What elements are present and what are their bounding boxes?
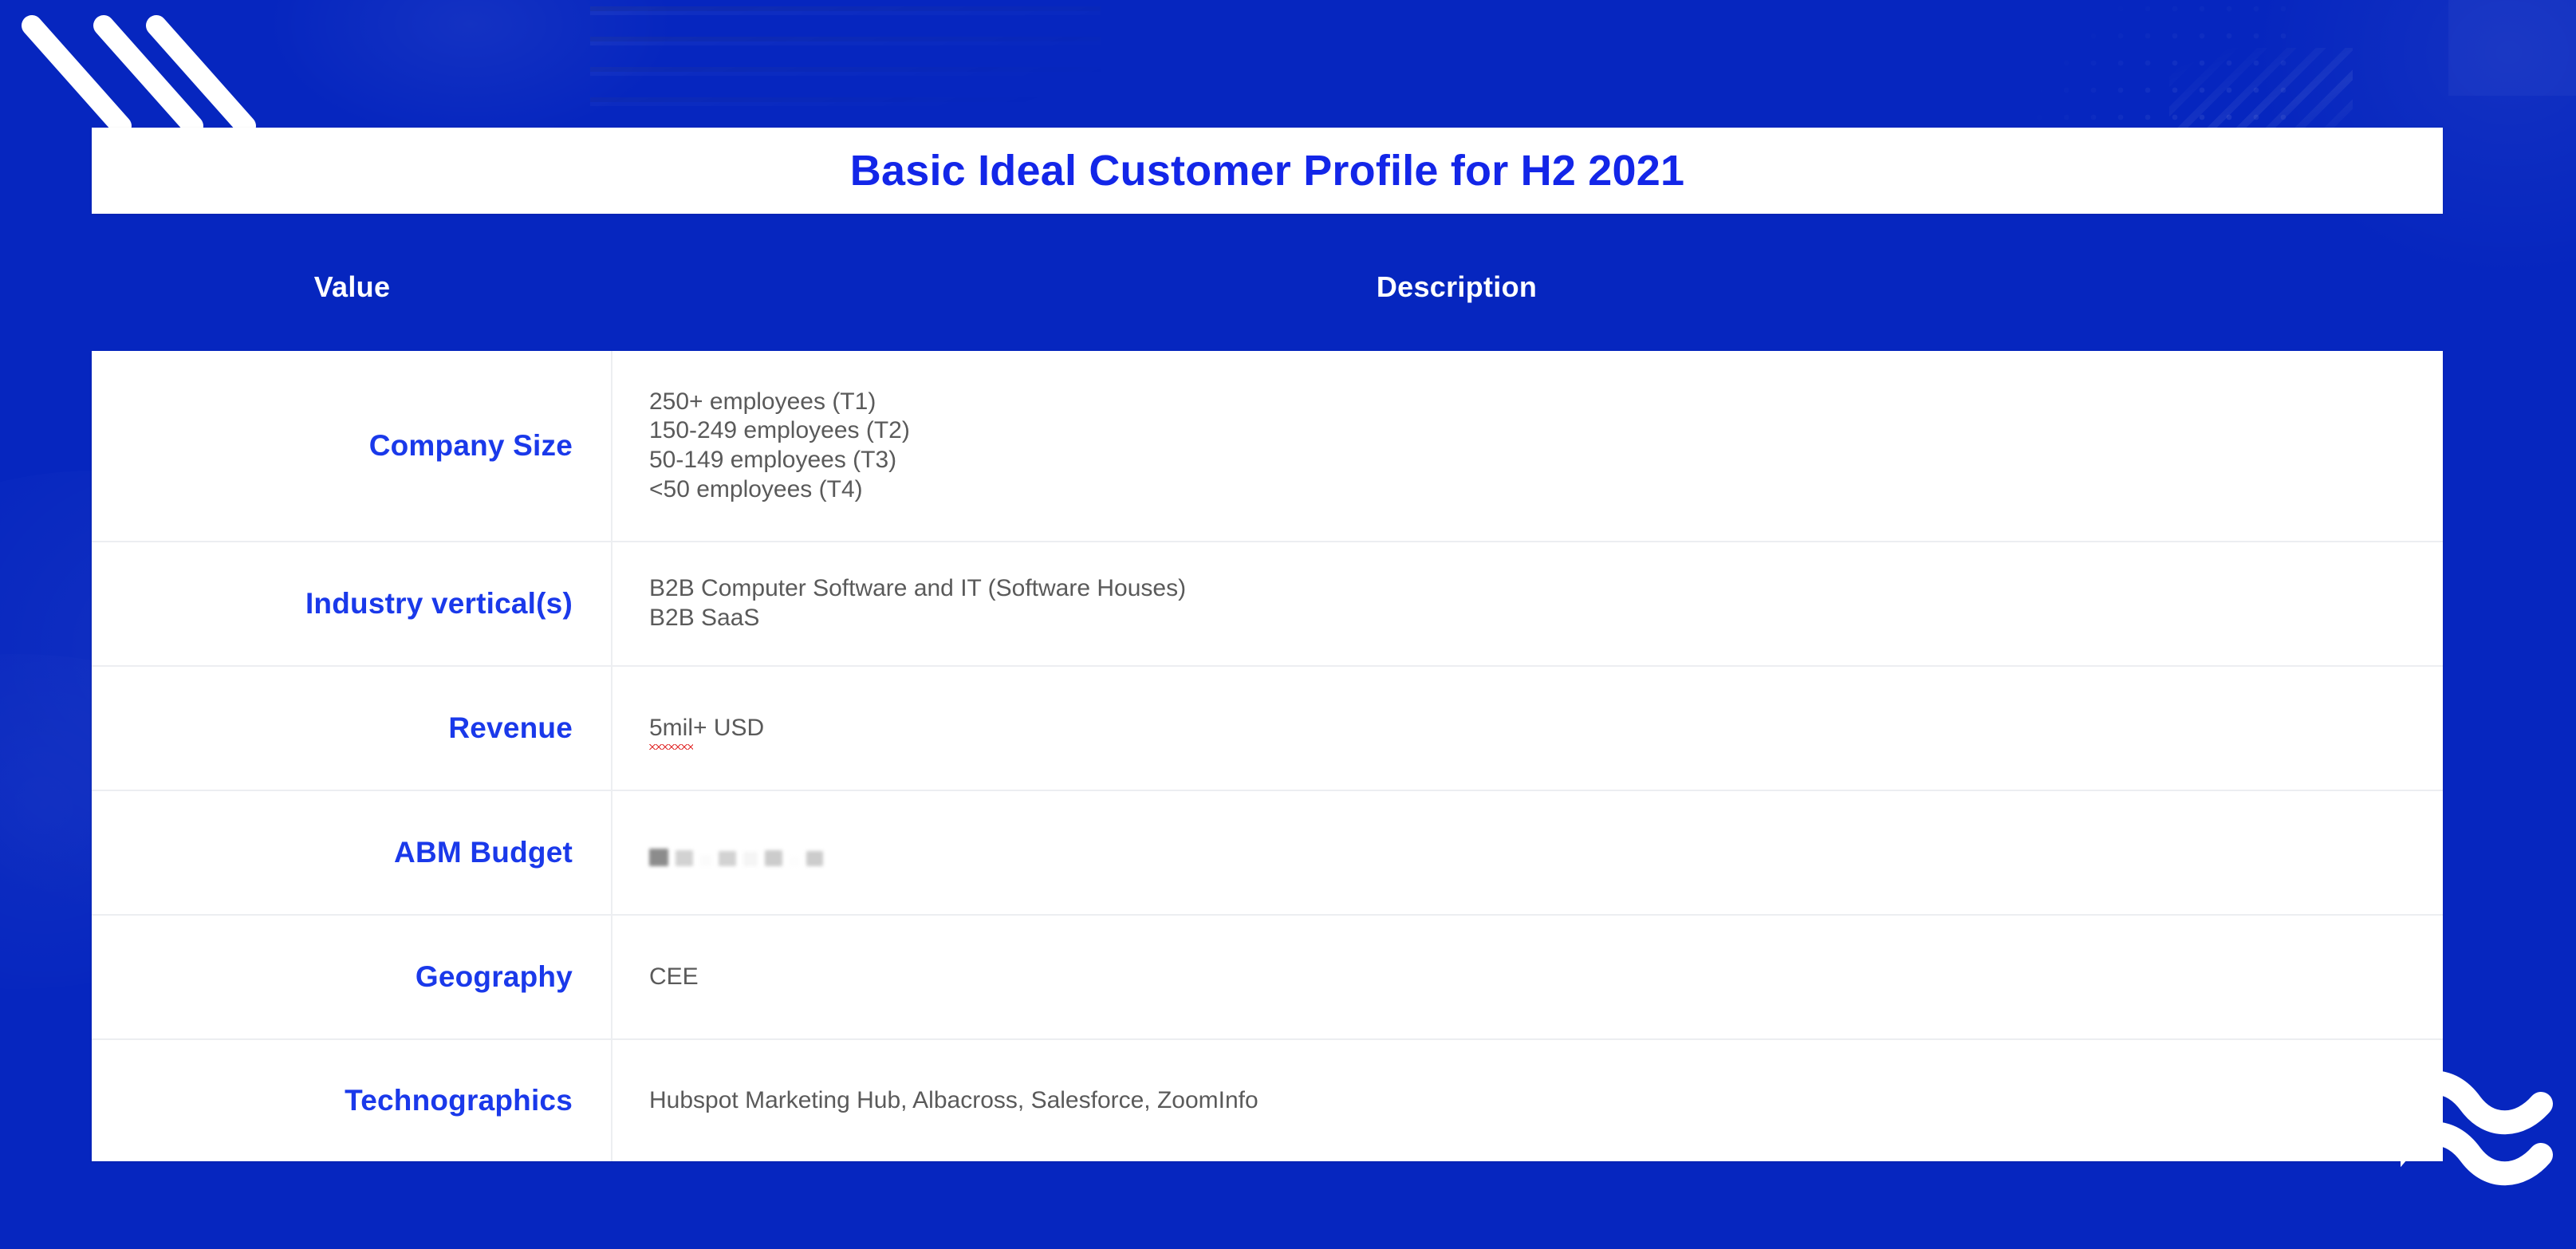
row-label-cell-industry-verticals: Industry vertical(s) [92, 542, 612, 665]
row-label-cell-company-size: Company Size [92, 351, 612, 541]
table-row: ABM Budget [92, 791, 2443, 916]
row-label-cell-abm-budget: ABM Budget [92, 791, 612, 914]
row-label-cell-geography: Geography [92, 916, 612, 1038]
spellcheck-underlined-token: 5mil [649, 714, 694, 750]
row-label-technographics: Technographics [345, 1084, 573, 1117]
row-description-cell-geography: CEE [612, 916, 2443, 1038]
row-description-technographics: Hubspot Marketing Hub, Albacross, Salesf… [649, 1086, 1258, 1113]
background-block-top-right [2448, 0, 2576, 96]
revenue-rest-token: + USD [693, 714, 765, 741]
table-row: Revenue 5mil+ USD [92, 667, 2443, 791]
row-description-cell-abm-budget [612, 791, 2443, 914]
row-label-abm-budget: ABM Budget [394, 836, 573, 869]
table-row: Geography CEE [92, 916, 2443, 1040]
column-header-description-label: Description [1376, 270, 1538, 303]
table-row: Company Size 250+ employees (T1) 150-249… [92, 351, 2443, 542]
row-description-industry-verticals: B2B Computer Software and IT (Software H… [649, 575, 1187, 631]
column-header-value-label: Value [313, 270, 391, 303]
row-label-cell-revenue: Revenue [92, 667, 612, 790]
row-label-company-size: Company Size [368, 429, 573, 462]
row-description-revenue: 5mil+ USD [649, 714, 765, 750]
column-header-value: Value [92, 263, 612, 311]
row-description-company-size: 250+ employees (T1) 150-249 employees (T… [649, 388, 910, 502]
table-row: Technographics Hubspot Marketing Hub, Al… [92, 1040, 2443, 1161]
row-description-cell-company-size: 250+ employees (T1) 150-249 employees (T… [612, 351, 2443, 541]
row-label-geography: Geography [415, 960, 573, 993]
row-description-geography: CEE [649, 963, 699, 990]
icp-table: Company Size 250+ employees (T1) 150-249… [92, 351, 2443, 1161]
column-header-description: Description [612, 263, 2443, 311]
redacted-value-abm-budget [649, 839, 823, 866]
row-description-cell-revenue: 5mil+ USD [612, 667, 2443, 790]
row-description-cell-technographics: Hubspot Marketing Hub, Albacross, Salesf… [612, 1040, 2443, 1161]
title-card: Basic Ideal Customer Profile for H2 2021 [92, 128, 2443, 214]
row-label-cell-technographics: Technographics [92, 1040, 612, 1161]
page-title: Basic Ideal Customer Profile for H2 2021 [849, 147, 1685, 195]
row-label-revenue: Revenue [448, 711, 573, 744]
table-column-headers: Value Description [92, 263, 2443, 311]
table-row: Industry vertical(s) B2B Computer Softwa… [92, 542, 2443, 667]
row-label-industry-verticals: Industry vertical(s) [305, 587, 573, 620]
row-description-cell-industry-verticals: B2B Computer Software and IT (Software H… [612, 542, 2443, 665]
